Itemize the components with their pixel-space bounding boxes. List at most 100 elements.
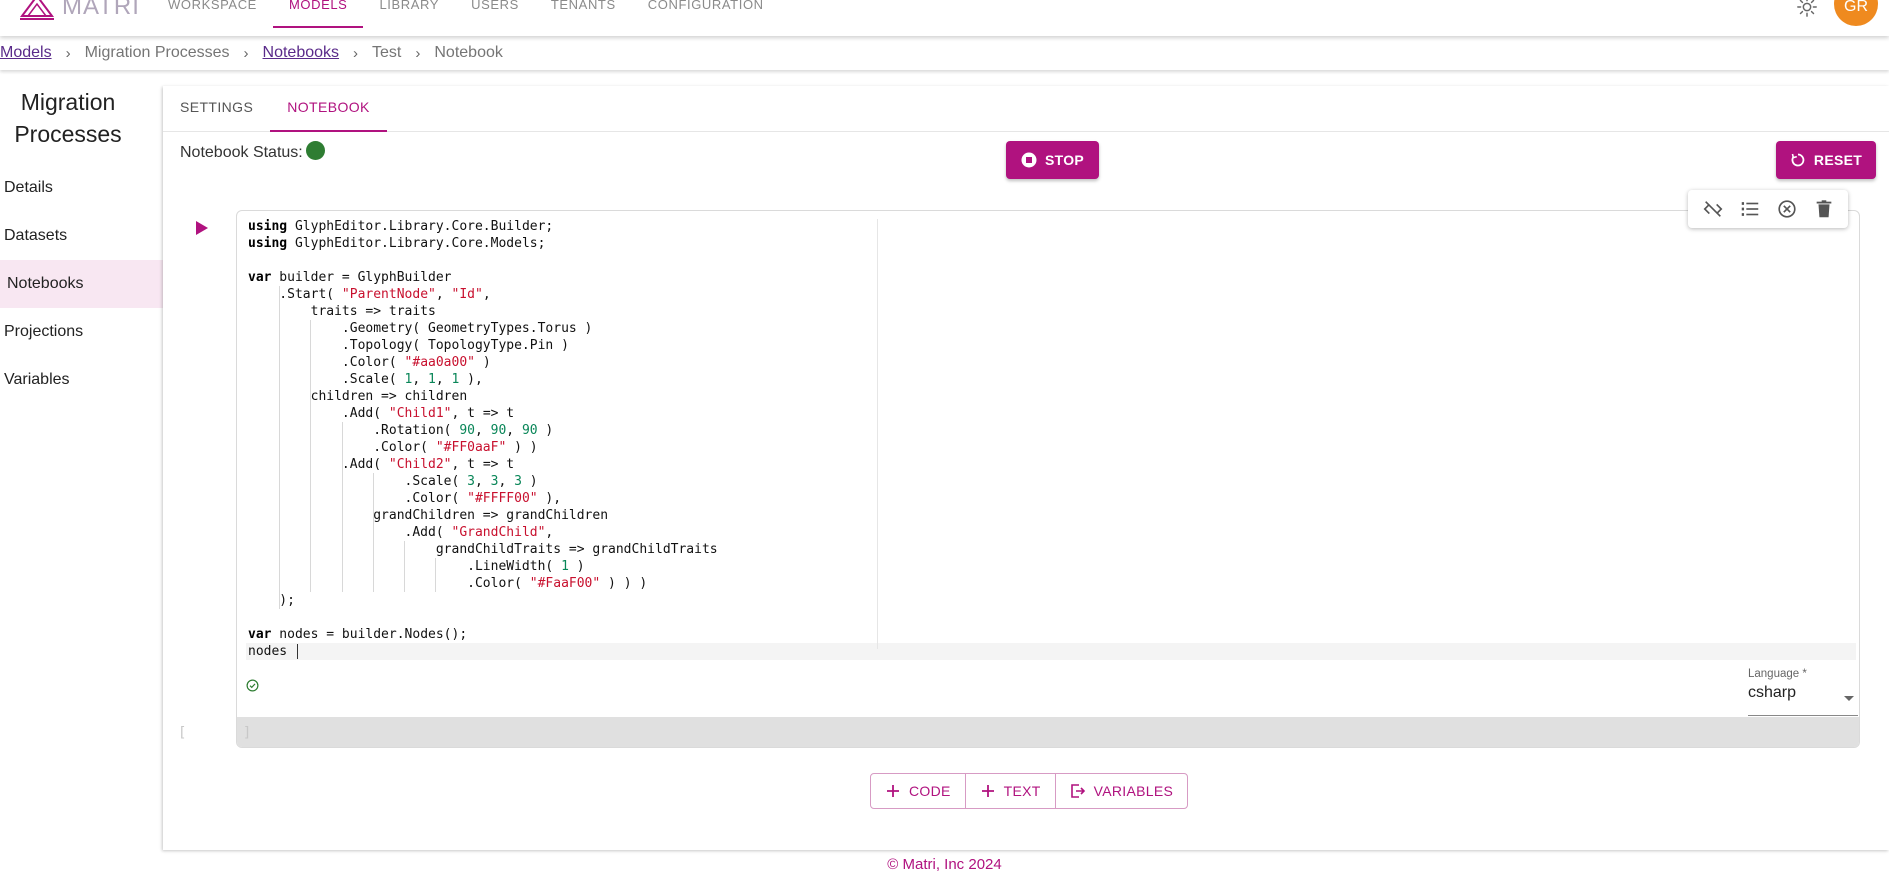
code-line: var nodes = builder.Nodes(); — [248, 627, 468, 642]
app-name: MATRI — [62, 0, 140, 20]
indent-guide — [372, 473, 374, 592]
reset-label: RESET — [1813, 152, 1863, 168]
indent-guide — [310, 320, 312, 592]
check-circle-icon — [246, 679, 259, 692]
code-line: .Topology( TopologyType.Pin ) — [248, 338, 569, 353]
add-text-label: TEXT — [1003, 783, 1041, 799]
nav-tenants[interactable]: TENANTS — [535, 0, 632, 28]
code-line: grandChildren => grandChildren — [248, 508, 609, 523]
nav-library[interactable]: LIBRARY — [363, 0, 455, 28]
chevron-right-icon: › — [415, 44, 421, 62]
code-line: .Start( "ParentNode", "Id", — [248, 287, 491, 302]
chevron-right-icon: › — [353, 44, 359, 62]
code-line: ); — [248, 593, 295, 608]
code-line: .Color( "#FaaF00" ) ) ) — [248, 576, 648, 591]
reset-button[interactable]: RESET — [1776, 141, 1876, 179]
restart-icon — [1791, 153, 1805, 167]
code-editor[interactable]: using GlyphEditor.Library.Core.Builder; u… — [246, 218, 1856, 660]
add-code-button[interactable]: CODE — [871, 774, 966, 808]
code-line: .Scale( 3, 3, 3 ) — [248, 474, 538, 489]
code-line: .Add( "Child1", t => t — [248, 406, 515, 421]
user-avatar[interactable]: GR — [1834, 0, 1878, 26]
code-line: .Color( "#FFFF00" ), — [248, 491, 562, 506]
code-line: .Scale( 1, 1, 1 ), — [248, 372, 483, 387]
sidebar-item-details[interactable]: Details — [0, 164, 163, 212]
code-line: var builder = GlyphBuilder — [248, 270, 452, 285]
code-line: grandChildTraits => grandChildTraits — [248, 542, 718, 557]
breadcrumb-models[interactable]: Models — [0, 44, 52, 62]
breadcrumb-test: Test — [372, 44, 402, 61]
nav-models[interactable]: MODELS — [272, 0, 364, 28]
add-variables-label: VARIABLES — [1093, 783, 1174, 799]
plus-icon — [981, 785, 994, 797]
breadcrumb-migration-processes: Migration Processes — [84, 44, 230, 61]
sidebar-title-line1: Migration — [20, 89, 116, 115]
nav-workspace[interactable]: WORKSPACE — [152, 0, 273, 28]
top-app-bar: MATRI WORKSPACE MODELS LIBRARY USERS TEN… — [0, 0, 1889, 36]
chevron-right-icon: › — [65, 44, 71, 62]
code-cell[interactable]: using GlyphEditor.Library.Core.Builder; u… — [236, 210, 1860, 748]
cell-toolbar — [1688, 190, 1848, 228]
dropdown-arrow-icon — [1844, 696, 1854, 701]
code-line: .Color( "#FF0aaF" ) ) — [373, 440, 538, 455]
nav-configuration[interactable]: CONFIGURATION — [632, 0, 780, 28]
tab-settings[interactable]: SETTINGS — [163, 86, 270, 131]
nav-users[interactable]: USERS — [455, 0, 535, 28]
sidebar-list: Details Datasets Notebooks Projections V… — [0, 164, 163, 404]
sidebar-title-line2: Processes — [14, 121, 122, 147]
code-line: using GlyphEditor.Library.Core.Models; — [248, 236, 546, 251]
breadcrumb: Models › Migration Processes › Notebooks… — [0, 36, 1889, 70]
stop-icon — [1021, 152, 1037, 168]
main-nav: WORKSPACE MODELS LIBRARY USERS TENANTS C… — [152, 0, 780, 28]
tab-notebook[interactable]: NOTEBOOK — [270, 86, 387, 132]
matri-logo-icon — [20, 0, 54, 20]
status-indicator — [305, 140, 325, 160]
code-line: .Rotation( 90, 90, 90 ) — [248, 423, 554, 438]
breadcrumb-notebook: Notebook — [434, 44, 503, 61]
code-line: using GlyphEditor.Library.Core.Builder; — [248, 219, 554, 234]
language-label: Language * — [1748, 668, 1807, 680]
code-line: traits => traits — [248, 304, 436, 319]
stop-button[interactable]: STOP — [1006, 141, 1099, 179]
sidebar-item-notebooks[interactable]: Notebooks — [0, 260, 163, 308]
indent-guide — [279, 286, 281, 609]
add-variables-button[interactable]: VARIABLES — [1056, 774, 1187, 808]
indent-guide — [435, 558, 437, 592]
breadcrumb-notebooks[interactable]: Notebooks — [263, 44, 340, 62]
app-logo[interactable]: MATRI — [18, 0, 140, 22]
indent-guide — [404, 541, 405, 592]
clear-output-icon[interactable] — [1776, 198, 1798, 220]
code-line: .Color( "#aa0a00" ) — [248, 355, 491, 370]
run-cell-icon[interactable] — [195, 220, 209, 236]
text-cursor — [296, 644, 298, 659]
notebook-status: Notebook Status: — [180, 140, 325, 162]
sidebar-item-variables[interactable]: Variables — [0, 356, 163, 404]
export-icon — [1070, 784, 1085, 798]
cell-output — [237, 717, 1859, 747]
stop-label: STOP — [1044, 152, 1085, 168]
hide-code-icon[interactable] — [1702, 198, 1724, 220]
delete-icon[interactable] — [1813, 198, 1835, 220]
list-numbered-icon[interactable] — [1739, 198, 1761, 220]
editor-divider — [877, 219, 878, 649]
sun-icon[interactable] — [1796, 0, 1818, 18]
code-line: .Geometry( GeometryTypes.Torus ) — [248, 321, 593, 336]
plus-icon — [887, 785, 899, 797]
chevron-right-icon: › — [243, 44, 249, 62]
tab-bar: SETTINGS NOTEBOOK — [163, 86, 1889, 132]
language-select[interactable]: Language * csharp — [1748, 668, 1858, 716]
language-value: csharp — [1748, 684, 1797, 701]
code-line: .Add( "Child2", t => t — [248, 457, 515, 472]
sidebar-title: Migration Processes — [0, 86, 136, 150]
code-line: children => children — [248, 389, 468, 404]
sidebar-item-datasets[interactable]: Datasets — [0, 212, 163, 260]
sidebar: Migration Processes Details Datasets Not… — [0, 86, 163, 851]
notebook-status-label: Notebook Status: — [180, 144, 303, 161]
add-text-button[interactable]: TEXT — [966, 774, 1056, 808]
code-line: .LineWidth( 1 ) — [467, 559, 585, 574]
execution-count: [ ] — [178, 725, 276, 741]
sidebar-item-projections[interactable]: Projections — [0, 308, 163, 356]
add-cell-buttons: CODE TEXT VARIABLES — [870, 773, 1189, 809]
